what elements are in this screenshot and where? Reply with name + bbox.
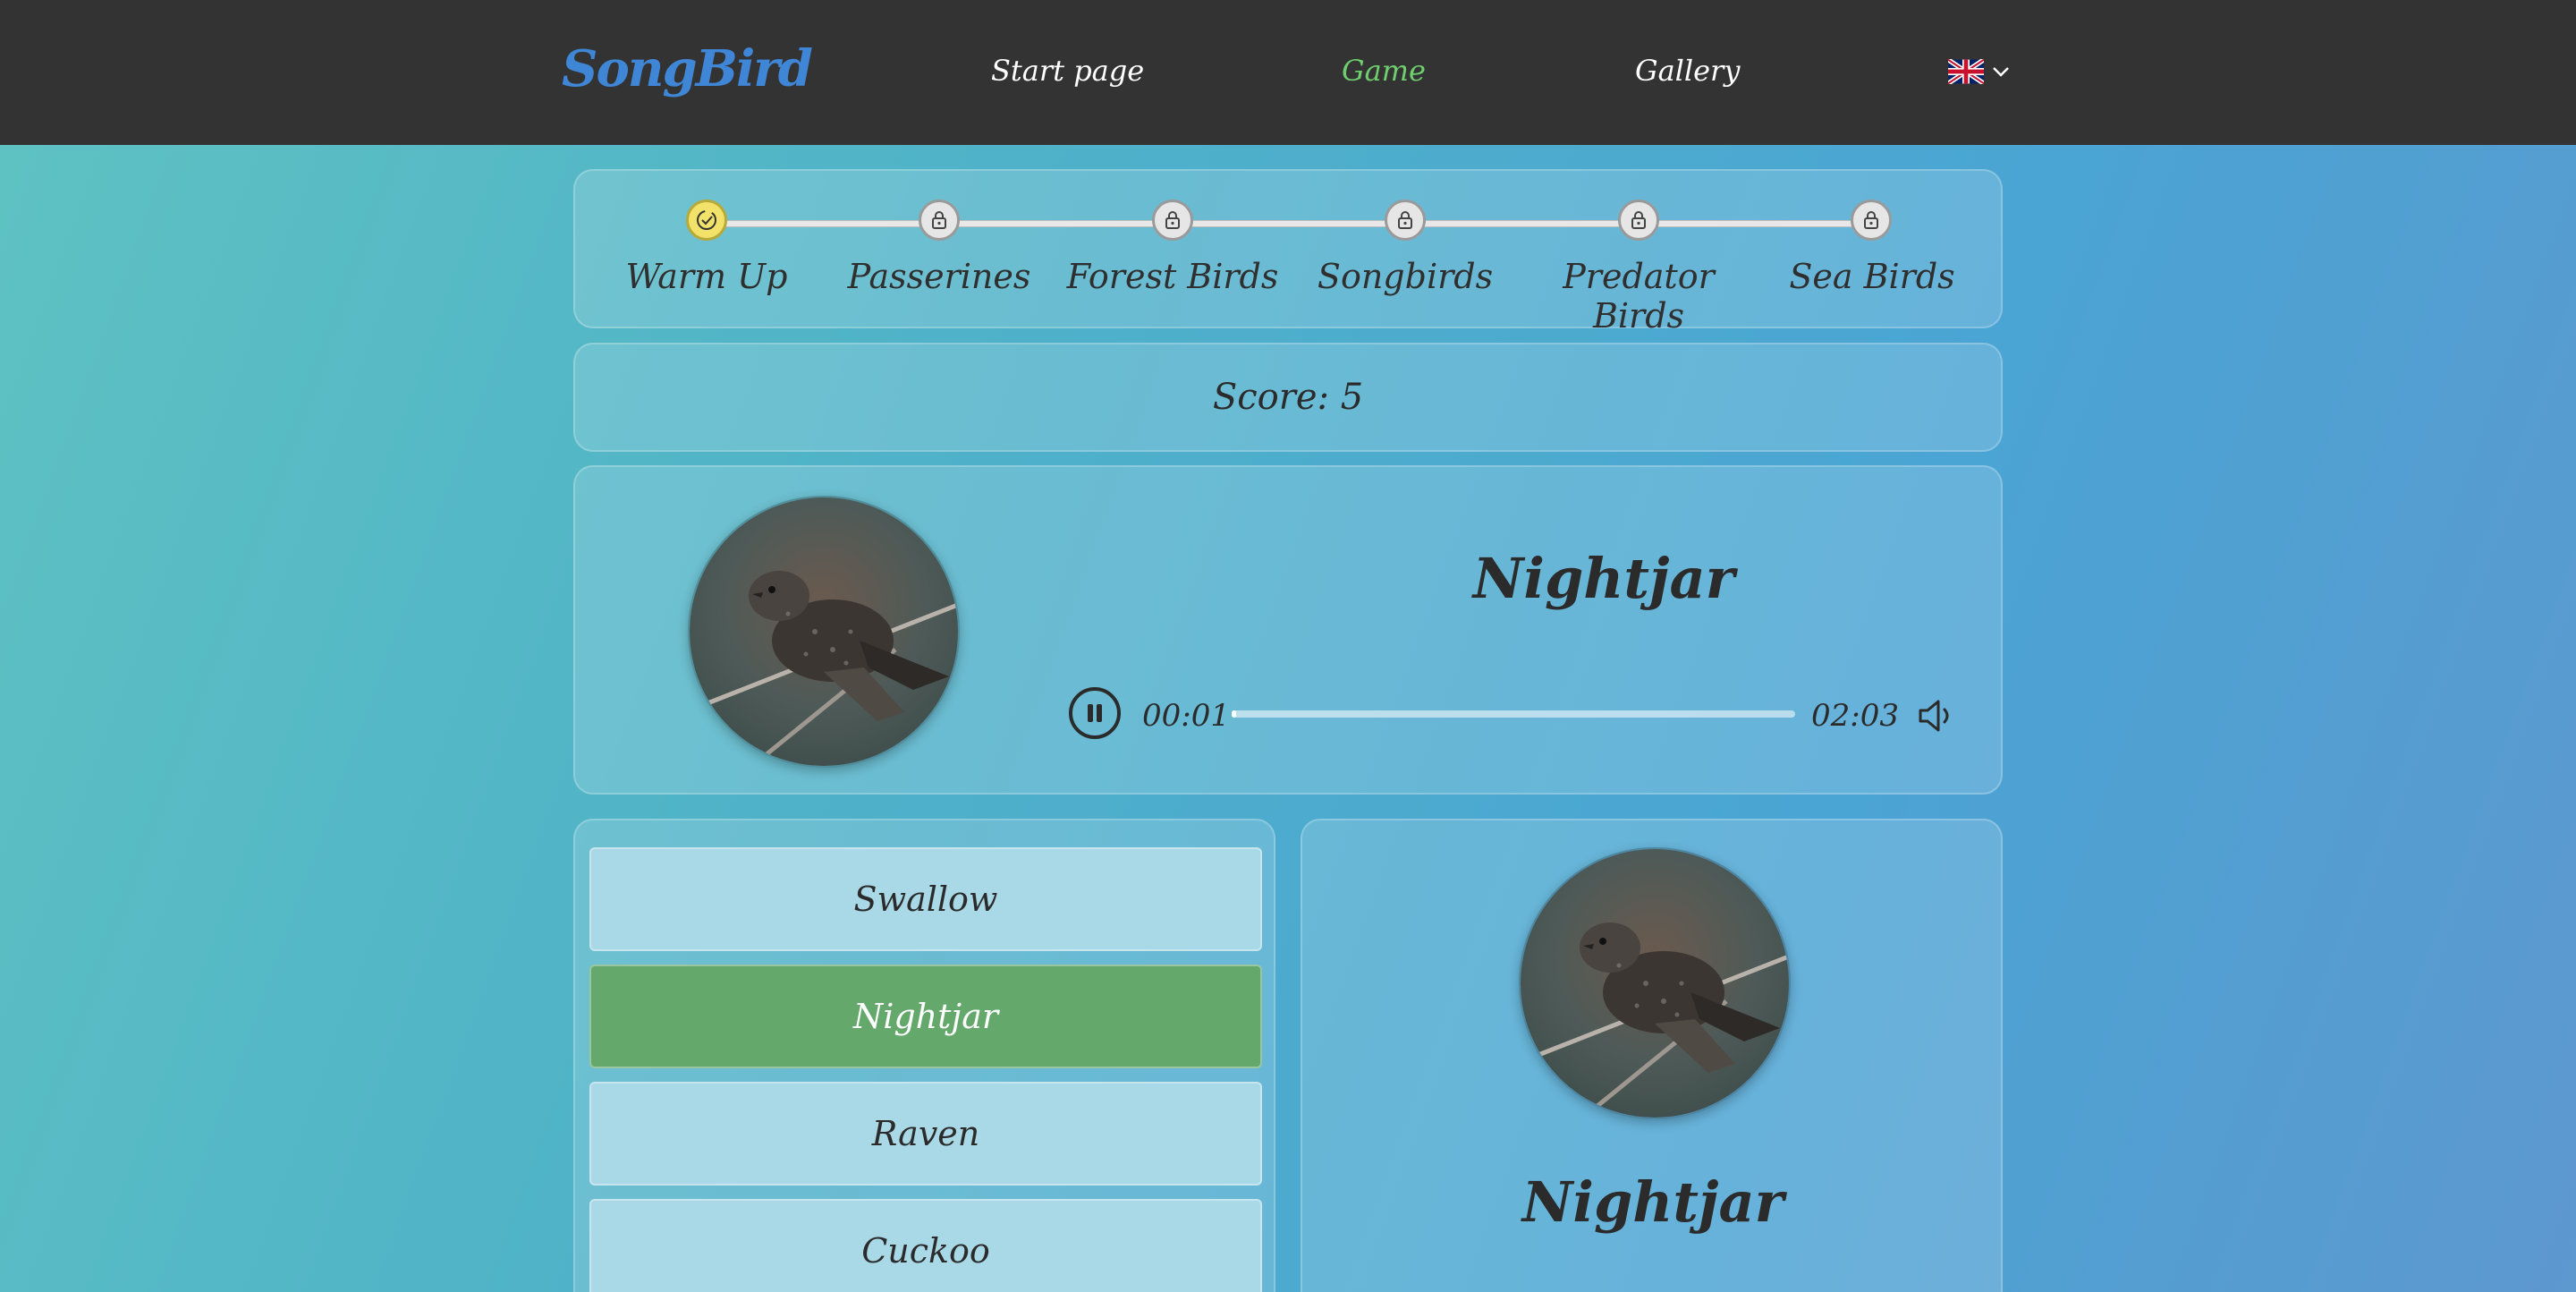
step-lock-icon: [919, 200, 960, 241]
nav-game[interactable]: Game: [1342, 54, 1426, 88]
nightjar-image: [1521, 849, 1789, 1118]
step-label-warm-up: Warm Up: [625, 257, 788, 296]
answers-panel: Swallow Nightjar Raven Cuckoo: [573, 819, 1275, 1292]
step-lock-icon: [1851, 200, 1892, 241]
top-header: SongBird Start page Game Gallery: [0, 0, 2576, 145]
nav-start-page[interactable]: Start page: [991, 54, 1144, 88]
level-stepper: Warm Up Passerines Forest Birds Songbird…: [573, 169, 2003, 336]
nightjar-image: [690, 497, 958, 766]
chevron-down-icon: [1993, 67, 2009, 77]
audio-player-panel: Nightjar 00:01 02:03: [573, 465, 2003, 795]
volume-icon[interactable]: [1917, 696, 1956, 735]
bird-info-name: Nightjar: [1521, 1169, 1784, 1235]
answer-option[interactable]: Cuckoo: [589, 1199, 1262, 1292]
pause-icon: [1088, 704, 1102, 722]
step-lock-icon: [1152, 200, 1193, 241]
step-label-forest-birds: Forest Birds: [1066, 257, 1279, 296]
score-text: Score: 5: [1212, 377, 1364, 418]
bird-info-panel: Nightjar: [1301, 819, 2003, 1292]
current-time: 00:01: [1142, 698, 1230, 734]
uk-flag-icon: [1948, 59, 1984, 84]
audio-progress-bar[interactable]: [1232, 710, 1795, 718]
audio-progress-fill: [1232, 710, 1237, 718]
check-clock-icon: [697, 210, 716, 230]
language-selector[interactable]: [1948, 59, 2016, 86]
answer-option[interactable]: Swallow: [589, 847, 1262, 951]
answer-option[interactable]: Raven: [589, 1082, 1262, 1186]
step-warm-up-done-icon: [686, 200, 727, 241]
current-bird-name: Nightjar: [1472, 546, 1735, 611]
step-lock-icon: [1618, 200, 1659, 241]
stepper-track: [708, 220, 1872, 227]
pause-button[interactable]: [1069, 687, 1121, 739]
score-panel: Score: 5: [573, 343, 2003, 452]
app-frame: SongBird Start page Game Gallery Warm Up…: [0, 0, 2576, 1292]
step-label-sea-birds: Sea Birds: [1789, 257, 1955, 296]
answer-option-correct[interactable]: Nightjar: [589, 965, 1262, 1068]
step-label-predator-birds: Predator Birds: [1563, 257, 1715, 336]
duration-time: 02:03: [1811, 698, 1899, 734]
bird-photo: [688, 496, 960, 768]
step-label-songbirds: Songbirds: [1317, 257, 1494, 296]
nav-gallery[interactable]: Gallery: [1635, 54, 1740, 88]
bird-info-photo: [1519, 847, 1791, 1119]
step-label-passerines: Passerines: [847, 257, 1031, 296]
logo[interactable]: SongBird: [562, 39, 813, 98]
step-lock-icon: [1385, 200, 1426, 241]
